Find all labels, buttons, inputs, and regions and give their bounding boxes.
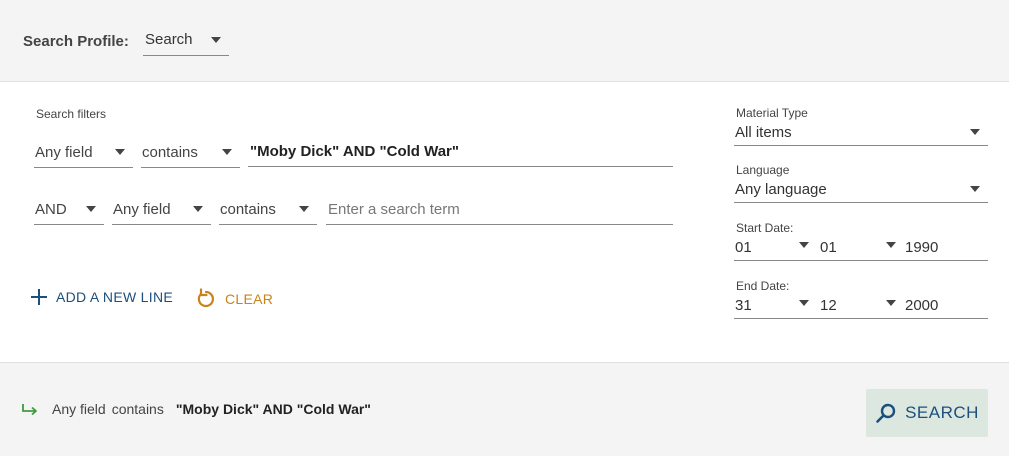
- chevron-down-icon: [115, 149, 125, 155]
- chevron-down-icon: [799, 300, 809, 306]
- end-day-value: 31: [735, 297, 752, 314]
- boolean-select-row-2[interactable]: AND: [34, 195, 104, 225]
- search-term-placeholder: Enter a search term: [328, 201, 460, 218]
- end-month-select[interactable]: 12: [813, 295, 900, 319]
- boolean-select-value: AND: [35, 201, 67, 218]
- language-select[interactable]: Any language: [734, 179, 988, 203]
- chevron-down-icon: [222, 149, 232, 155]
- end-year-input[interactable]: 2000: [900, 295, 988, 319]
- language-label: Language: [736, 163, 790, 177]
- chevron-down-icon: [86, 206, 96, 212]
- chevron-down-icon: [211, 37, 221, 43]
- chevron-down-icon: [970, 129, 980, 135]
- search-profile-bar: Search Profile: Search: [0, 0, 1009, 82]
- search-icon: [876, 403, 896, 423]
- search-profile-select[interactable]: Search: [143, 30, 229, 56]
- search-button-label: SEARCH: [905, 403, 979, 422]
- chevron-down-icon: [970, 186, 980, 192]
- chevron-down-icon: [886, 300, 896, 306]
- search-term-input-row-2[interactable]: Enter a search term: [326, 195, 673, 225]
- start-month-value: 01: [820, 239, 837, 256]
- search-button[interactable]: SEARCH: [866, 389, 988, 437]
- search-profile-value: Search: [145, 31, 193, 48]
- operator-select-value: contains: [220, 201, 276, 218]
- end-date-label: End Date:: [736, 279, 790, 293]
- material-type-value: All items: [735, 124, 792, 141]
- start-date-label: Start Date:: [736, 221, 794, 235]
- chevron-down-icon: [299, 206, 309, 212]
- search-term-input-row-1[interactable]: "Moby Dick" AND "Cold War": [248, 137, 673, 167]
- search-filters-panel: Search filters Any field contains "Moby …: [0, 82, 1009, 362]
- add-new-line-button[interactable]: ADD A NEW LINE: [30, 288, 173, 306]
- start-day-select[interactable]: 01: [734, 237, 813, 261]
- start-day-value: 01: [735, 239, 752, 256]
- refresh-icon: [197, 288, 214, 308]
- field-select-value: Any field: [35, 144, 93, 161]
- operator-select-row-2[interactable]: contains: [219, 195, 317, 225]
- summary-term: "Moby Dick" AND "Cold War": [175, 401, 371, 417]
- end-year-value: 2000: [905, 297, 939, 314]
- search-term-value: "Moby Dick" AND "Cold War": [250, 143, 460, 160]
- clear-label: CLEAR: [225, 291, 274, 307]
- end-day-select[interactable]: 31: [734, 295, 813, 319]
- summary-operator: contains: [111, 401, 164, 417]
- end-month-value: 12: [820, 297, 837, 314]
- chevron-down-icon: [799, 242, 809, 248]
- start-year-input[interactable]: 1990: [900, 237, 988, 261]
- field-select-value: Any field: [113, 201, 171, 218]
- query-summary: Any field contains "Moby Dick" AND "Cold…: [20, 401, 371, 417]
- plus-icon: [30, 288, 48, 306]
- language-value: Any language: [735, 181, 827, 198]
- search-profile-label: Search Profile:: [23, 33, 129, 50]
- material-type-label: Material Type: [736, 106, 808, 120]
- field-select-row-2[interactable]: Any field: [112, 195, 211, 225]
- chevron-down-icon: [886, 242, 896, 248]
- operator-select-value: contains: [142, 144, 198, 161]
- clear-button[interactable]: CLEAR: [195, 288, 273, 310]
- summary-field: Any field: [52, 401, 106, 417]
- chevron-down-icon: [193, 206, 203, 212]
- start-month-select[interactable]: 01: [813, 237, 900, 261]
- start-year-value: 1990: [905, 239, 939, 256]
- corner-arrow-icon: [22, 404, 37, 416]
- field-select-row-1[interactable]: Any field: [34, 138, 133, 168]
- add-new-line-label: ADD A NEW LINE: [56, 289, 174, 305]
- query-summary-bar: Any field contains "Moby Dick" AND "Cold…: [0, 362, 1009, 456]
- operator-select-row-1[interactable]: contains: [141, 138, 240, 168]
- search-filters-title: Search filters: [36, 107, 107, 121]
- material-type-select[interactable]: All items: [734, 122, 988, 146]
